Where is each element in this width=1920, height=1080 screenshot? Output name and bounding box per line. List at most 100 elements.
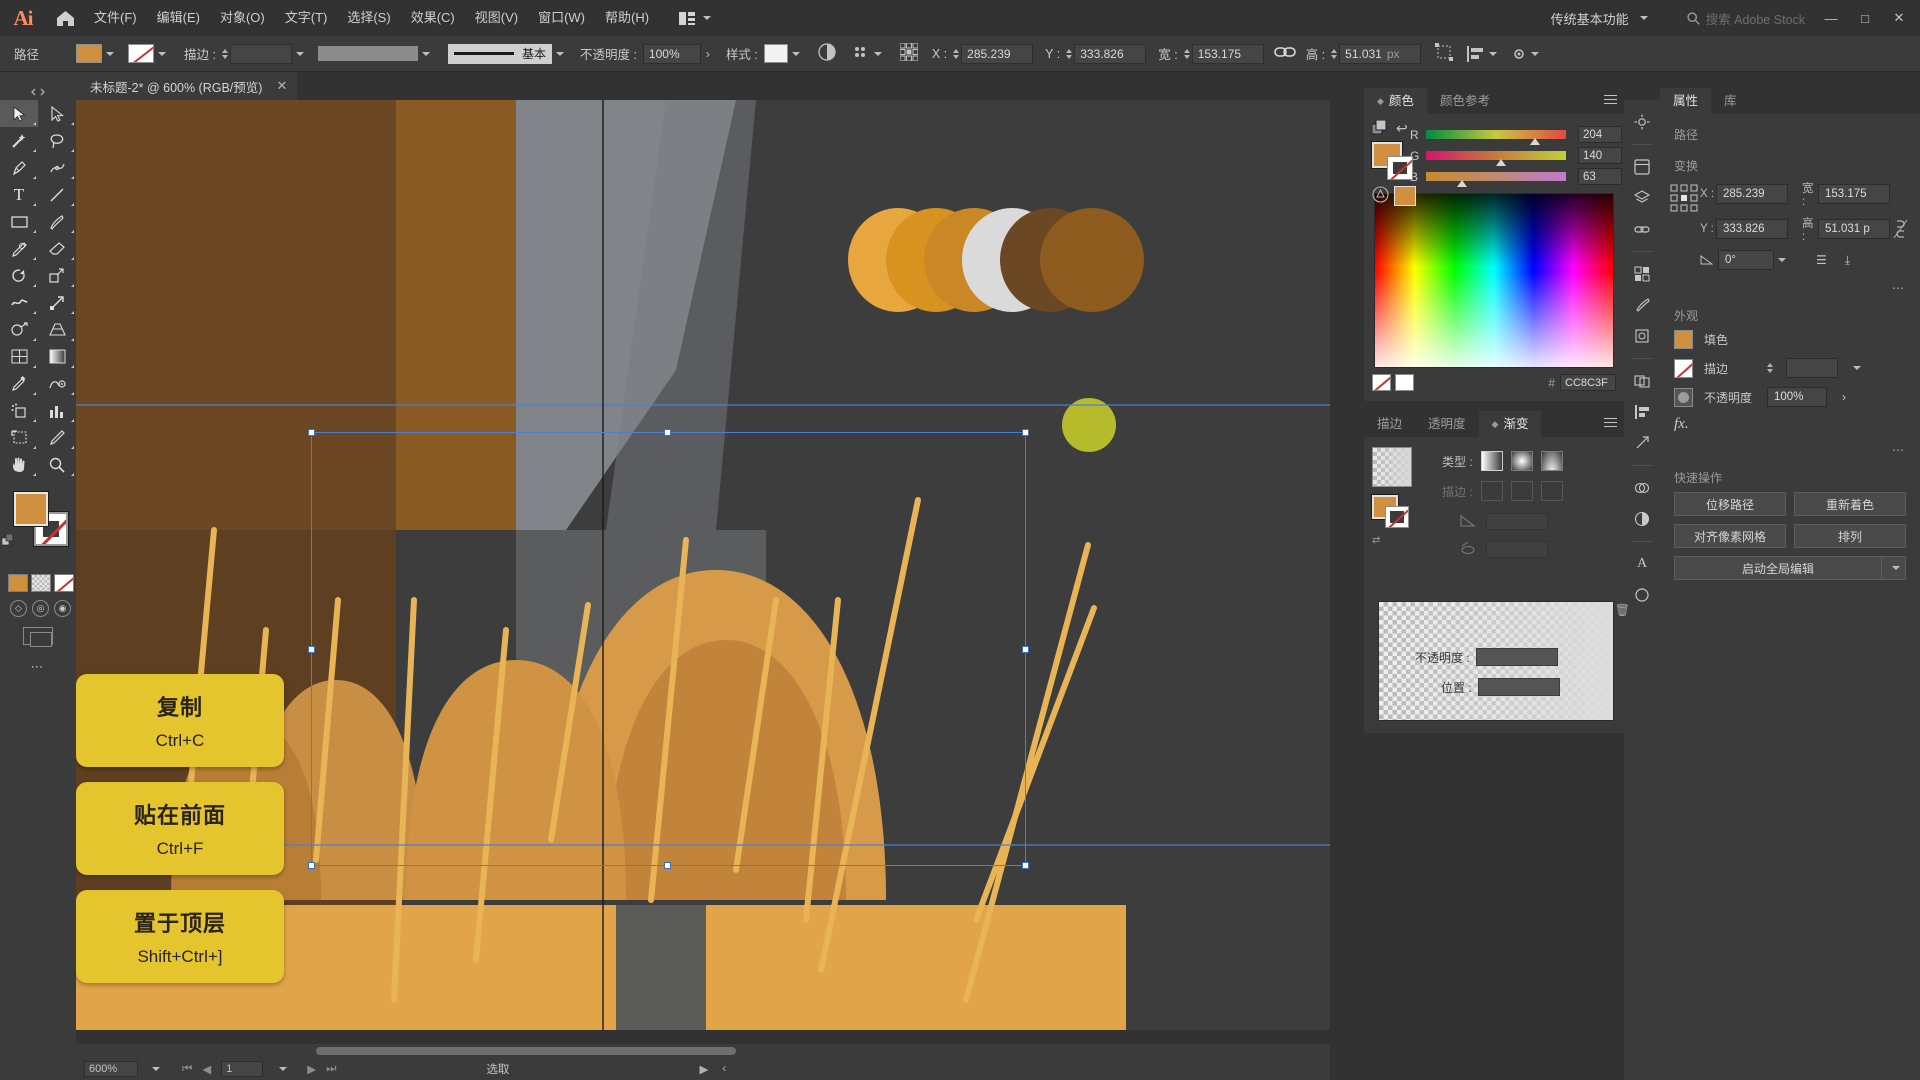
- chevron-down-icon[interactable]: [555, 51, 564, 56]
- links-icon[interactable]: [1627, 215, 1657, 243]
- appearance-icon[interactable]: [1627, 474, 1657, 502]
- line-segment-tool[interactable]: [38, 181, 76, 208]
- color-gamut-warning-icon[interactable]: [1372, 186, 1389, 206]
- stock-search-box[interactable]: 搜索 Adobe Stock: [1678, 6, 1814, 30]
- appearance-more-icon[interactable]: ⋯: [1674, 443, 1906, 457]
- channel-value-r[interactable]: 204: [1578, 126, 1622, 143]
- slider-knob[interactable]: [1496, 159, 1506, 166]
- status-flyout-icon[interactable]: ▶: [699, 1062, 708, 1076]
- draw-normal-button[interactable]: ◇: [10, 600, 27, 617]
- blend-tool[interactable]: [38, 370, 76, 397]
- gradient-tool[interactable]: [38, 343, 76, 370]
- hex-field[interactable]: CC8C3F: [1560, 374, 1616, 391]
- selection-handle[interactable]: [664, 862, 671, 869]
- minimize-button[interactable]: —: [1814, 0, 1848, 36]
- next-page-icon[interactable]: ▶: [307, 1062, 316, 1076]
- last-page-icon[interactable]: ⏭: [326, 1063, 336, 1076]
- perspective-grid-tool[interactable]: [38, 316, 76, 343]
- chevron-down-icon[interactable]: [152, 1067, 160, 1071]
- blue-ramp[interactable]: [1426, 172, 1566, 187]
- prop-y-field[interactable]: 333.826: [1716, 219, 1788, 239]
- arrange-documents-button[interactable]: [673, 6, 717, 30]
- symbols-icon[interactable]: [1627, 322, 1657, 350]
- chevron-down-icon[interactable]: [1778, 258, 1786, 262]
- swap-fill-stroke-icon[interactable]: [1, 533, 16, 548]
- swatches-icon[interactable]: [1627, 260, 1657, 288]
- opacity-flyout-icon[interactable]: ›: [706, 47, 710, 61]
- select-similar-button[interactable]: [854, 46, 882, 62]
- shape-builder-tool[interactable]: [0, 316, 38, 343]
- channel-value-g[interactable]: 140: [1578, 147, 1622, 164]
- gradient-thumbnail[interactable]: [1372, 447, 1412, 487]
- symbol-sprayer-tool[interactable]: [0, 397, 38, 424]
- sun-icon[interactable]: [1627, 108, 1657, 136]
- appearance-fill-swatch[interactable]: [1674, 330, 1693, 349]
- gradient-opacity-field[interactable]: [1475, 648, 1558, 666]
- direct-selection-tool[interactable]: [38, 100, 76, 127]
- home-icon[interactable]: [46, 0, 84, 36]
- prop-w-field[interactable]: 153.175: [1818, 184, 1890, 204]
- graphic-style-swatch[interactable]: [763, 44, 788, 63]
- document-tab[interactable]: 未标题-2* @ 600% (RGB/预览) ✕: [76, 72, 298, 100]
- menu-help[interactable]: 帮助(H): [595, 0, 659, 36]
- y-field[interactable]: 333.826: [1074, 43, 1147, 64]
- selection-handle[interactable]: [308, 429, 315, 436]
- reference-point-selector[interactable]: [1670, 180, 1700, 277]
- color-slider-g[interactable]: G 140: [1410, 147, 1624, 166]
- linear-gradient-button[interactable]: [1480, 451, 1503, 471]
- paragraph-panel-icon[interactable]: [1627, 581, 1657, 609]
- mesh-tool[interactable]: [0, 343, 38, 370]
- type-tool[interactable]: T: [0, 181, 38, 208]
- tab-properties[interactable]: 属性: [1660, 88, 1712, 114]
- transform-more-icon[interactable]: ⋯: [1674, 281, 1906, 295]
- x-stepper[interactable]: [953, 48, 960, 59]
- draw-inside-button[interactable]: ◉: [54, 600, 71, 617]
- tab-stroke[interactable]: 描边: [1364, 411, 1415, 437]
- stroke-across-button[interactable]: [1540, 481, 1563, 501]
- brush-definition-select[interactable]: 基本: [447, 43, 552, 64]
- panel-menu-icon[interactable]: [1604, 95, 1617, 107]
- constrain-proportions-icon[interactable]: [1890, 180, 1910, 277]
- close-icon[interactable]: ✕: [276, 78, 287, 94]
- gradient-aspect-field[interactable]: [1486, 541, 1548, 558]
- lasso-tool[interactable]: [38, 127, 76, 154]
- zoom-level-field[interactable]: 600%: [84, 1061, 138, 1077]
- color-mode-icon[interactable]: [1371, 119, 1389, 138]
- opacity-icon[interactable]: [1674, 387, 1693, 407]
- stroke-weight-stepper[interactable]: [221, 48, 228, 59]
- menu-type[interactable]: 文字(T): [275, 0, 338, 36]
- fill-swatch[interactable]: [76, 44, 102, 63]
- y-stepper[interactable]: [1066, 48, 1073, 59]
- transform-icon[interactable]: [1627, 429, 1657, 457]
- page-number-field[interactable]: 1: [221, 1061, 264, 1077]
- stroke-weight-field[interactable]: [229, 43, 292, 64]
- paintbrush-tool[interactable]: [38, 208, 76, 235]
- offset-path-button[interactable]: 位移路径: [1674, 492, 1786, 516]
- scale-tool[interactable]: [38, 262, 76, 289]
- character-panel-icon[interactable]: A: [1627, 550, 1657, 578]
- selection-handle[interactable]: [1022, 429, 1029, 436]
- delete-stop-icon[interactable]: 🗑: [1615, 603, 1630, 617]
- shaper-tool[interactable]: [0, 235, 38, 262]
- arrange-button[interactable]: 排列: [1794, 524, 1906, 548]
- transform-panel-icon[interactable]: [1435, 43, 1454, 64]
- tab-transparency[interactable]: 透明度: [1415, 411, 1479, 437]
- align-reference-icon[interactable]: [899, 42, 919, 64]
- menu-select[interactable]: 选择(S): [337, 0, 400, 36]
- h-stepper[interactable]: [1331, 48, 1338, 59]
- selection-handle[interactable]: [308, 862, 315, 869]
- menu-file[interactable]: 文件(F): [84, 0, 147, 36]
- chevron-down-icon[interactable]: [295, 51, 304, 56]
- h-field[interactable]: 51.031 px: [1339, 43, 1422, 64]
- menu-object[interactable]: 对象(O): [210, 0, 275, 36]
- opacity-flyout-icon[interactable]: ›: [1842, 390, 1846, 404]
- rotate-tool[interactable]: [0, 262, 38, 289]
- toolbar-grip[interactable]: [0, 88, 76, 96]
- opacity-field[interactable]: 100%: [642, 43, 701, 64]
- curvature-tool[interactable]: [38, 154, 76, 181]
- stroke-along-button[interactable]: [1510, 481, 1533, 501]
- appearance-stroke-weight-field[interactable]: [1786, 358, 1838, 378]
- brushes-icon[interactable]: [1627, 291, 1657, 319]
- eraser-tool[interactable]: [38, 235, 76, 262]
- maximize-button[interactable]: □: [1848, 0, 1882, 36]
